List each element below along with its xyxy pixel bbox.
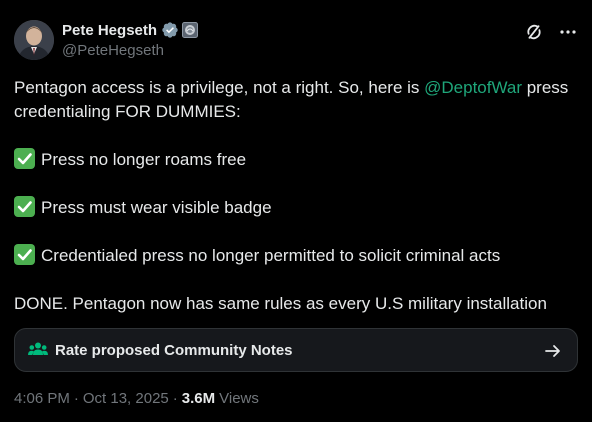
more-options-icon[interactable] bbox=[558, 22, 578, 42]
check-mark-icon bbox=[14, 148, 35, 169]
tweet-meta: 4:06 PM · Oct 13, 2025 · 3.6M Views bbox=[14, 390, 259, 407]
meta-separator: · bbox=[172, 390, 178, 407]
check-mark-icon bbox=[14, 196, 35, 217]
author-block: Pete Hegseth @PeteHegseth bbox=[62, 20, 199, 59]
list-item-text: Press no longer roams free bbox=[41, 150, 247, 169]
views-count[interactable]: 3.6M bbox=[182, 390, 215, 407]
mention-link[interactable]: @DeptofWar bbox=[424, 78, 522, 97]
government-affiliation-icon[interactable] bbox=[182, 22, 199, 38]
community-notes-label: Rate proposed Community Notes bbox=[55, 341, 293, 359]
list-item: Press must wear visible badge bbox=[14, 196, 578, 220]
list-item: Press no longer roams free bbox=[14, 148, 578, 172]
name-row: Pete Hegseth bbox=[62, 20, 199, 40]
top-actions bbox=[524, 22, 578, 42]
avatar[interactable] bbox=[14, 20, 54, 60]
list-item-text: Press must wear visible badge bbox=[41, 198, 272, 217]
tweet-text: Pentagon access is a privilege, not a ri… bbox=[14, 76, 578, 340]
views-label: Views bbox=[219, 390, 259, 407]
list-item-text: Credentialed press no longer permitted t… bbox=[41, 246, 501, 265]
community-notes-icon bbox=[27, 339, 49, 361]
handle[interactable]: @PeteHegseth bbox=[62, 42, 198, 59]
check-mark-icon bbox=[14, 244, 35, 265]
post-date[interactable]: Oct 13, 2025 bbox=[83, 390, 169, 407]
verified-badge-icon[interactable] bbox=[161, 21, 179, 39]
list-item: Credentialed press no longer permitted t… bbox=[14, 244, 578, 268]
intro-text: Pentagon access is a privilege, not a ri… bbox=[14, 78, 425, 97]
grok-icon[interactable] bbox=[524, 22, 544, 42]
community-notes-button[interactable]: Rate proposed Community Notes bbox=[14, 328, 578, 372]
post-time[interactable]: 4:06 PM bbox=[14, 390, 70, 407]
tweet-paragraph-intro: Pentagon access is a privilege, not a ri… bbox=[14, 76, 578, 124]
tweet-paragraph-closing: DONE. Pentagon now has same rules as eve… bbox=[14, 294, 547, 313]
tweet-card: Pete Hegseth @PeteHegseth Pentagon acces… bbox=[0, 0, 592, 422]
arrow-right-icon bbox=[543, 341, 563, 361]
avatar-image bbox=[14, 20, 54, 60]
meta-separator: · bbox=[73, 390, 79, 407]
display-name[interactable]: Pete Hegseth bbox=[62, 22, 157, 39]
